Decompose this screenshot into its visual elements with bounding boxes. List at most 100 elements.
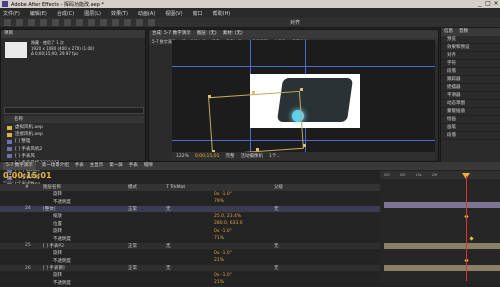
timeline-tab[interactable]: 手表 — [129, 162, 138, 170]
tab-info[interactable]: 信息 — [444, 28, 453, 36]
resolution-select[interactable]: 完整 — [225, 153, 234, 159]
layer-row[interactable]: 24 [整体] 正常无无 — [0, 205, 380, 214]
menu-view[interactable]: 视图(V) — [165, 10, 182, 17]
side-panel-item[interactable]: 画笔 — [441, 124, 500, 132]
property-value[interactable]: 21% — [214, 258, 274, 263]
rotate-tool-icon[interactable] — [40, 19, 47, 26]
transform-handle[interactable] — [303, 144, 306, 147]
property-row[interactable]: 旋转 0x -1.0° — [0, 228, 380, 236]
layer-mode[interactable]: 正常 — [128, 206, 166, 212]
property-row[interactable]: 不透明度 71% — [0, 235, 380, 243]
viewer-timecode[interactable]: 0;00;15;01 — [195, 154, 220, 159]
guide-line[interactable] — [172, 66, 435, 67]
minimize-button[interactable]: _ — [476, 0, 484, 8]
project-item[interactable]: [ ] 手表风机2 — [4, 146, 144, 153]
project-item[interactable]: 连接风机.aep — [4, 131, 144, 138]
layer-duration-bar[interactable] — [384, 202, 500, 208]
menu-animation[interactable]: 动画(A) — [138, 10, 155, 17]
timeline-tab[interactable]: 主显示 — [90, 162, 104, 170]
project-item[interactable]: [ ] 手表风 — [4, 153, 144, 160]
property-row[interactable]: 旋转 0x -1.0° — [0, 272, 380, 280]
maximize-button[interactable]: □ — [484, 0, 492, 8]
puppet-tool-icon[interactable] — [148, 19, 155, 26]
camera-tool-icon[interactable] — [52, 19, 59, 26]
camera-select[interactable]: 活动摄像机 — [240, 153, 263, 159]
tab-project[interactable]: 项目 — [4, 30, 13, 38]
side-panel-item[interactable]: 效果和预设 — [441, 44, 500, 52]
project-item[interactable]: 虚拟风机.aep — [4, 124, 144, 131]
clone-tool-icon[interactable] — [124, 19, 131, 26]
menu-help[interactable]: 帮助(H) — [213, 10, 231, 17]
layer-trkmat[interactable]: 无 — [166, 206, 214, 212]
property-value[interactable]: 0x -1.0° — [214, 192, 274, 197]
timeline-tab[interactable]: 手表 — [75, 162, 84, 170]
menu-composition[interactable]: 合成(C) — [57, 10, 74, 17]
brush-tool-icon[interactable] — [112, 19, 119, 26]
side-panel-item[interactable]: 绘画 — [441, 116, 500, 124]
timeline-tab[interactable]: 缝隙 — [144, 162, 153, 170]
mask-tool-icon[interactable] — [76, 19, 83, 26]
menu-edit[interactable]: 编辑(E) — [30, 10, 47, 17]
close-button[interactable]: × — [492, 0, 500, 8]
property-row[interactable]: 不透明度 79% — [0, 198, 380, 206]
layer-mode[interactable]: 正常 — [128, 243, 166, 249]
property-value[interactable]: 0x -1.0° — [214, 229, 274, 234]
side-panel-item[interactable]: 字符 — [441, 60, 500, 68]
timeline-track-area[interactable]: 00f 00f 15s 20f — [380, 171, 500, 281]
side-panel-item[interactable]: 段落 — [441, 132, 500, 140]
layer-row[interactable]: 25[ ] 手表P2 正常无无 — [0, 242, 380, 251]
layer-parent[interactable]: 无 — [274, 206, 324, 212]
side-panel-item[interactable]: 对齐 — [441, 52, 500, 60]
transform-handle[interactable] — [256, 148, 259, 151]
pen-tool-icon[interactable] — [88, 19, 95, 26]
layer-parent[interactable]: 无 — [274, 265, 324, 271]
property-row[interactable]: 缩放 25.0, 23.4% — [0, 213, 380, 221]
snap-label[interactable]: 对齐 — [290, 19, 300, 26]
layer-row[interactable]: 26[ ] 手表钢] 正常无无 — [0, 264, 380, 273]
property-value[interactable]: 0x -1.0° — [214, 273, 274, 278]
tab-composition[interactable]: 合成: 5-7 数字演示 — [152, 30, 191, 38]
playhead[interactable] — [466, 176, 467, 281]
time-ruler[interactable]: 00f 00f 15s 20f — [380, 171, 500, 179]
side-panel-item[interactable]: 平滑器 — [441, 92, 500, 100]
property-value[interactable]: 280.0, 633.0 — [214, 221, 274, 226]
current-time[interactable]: 0;00;15;01 — [3, 171, 52, 180]
property-value[interactable]: 79% — [214, 199, 274, 204]
menu-window[interactable]: 窗口 — [193, 10, 203, 17]
property-value[interactable]: 71% — [214, 236, 274, 241]
layer-trkmat[interactable]: 无 — [166, 265, 214, 271]
menu-file[interactable]: 文件(F) — [3, 10, 20, 17]
layer-trkmat[interactable]: 无 — [166, 243, 214, 249]
zoom-tool-icon[interactable] — [28, 19, 35, 26]
layer-bounding-box[interactable] — [208, 90, 304, 156]
project-item[interactable]: [ ] 整理 — [4, 138, 144, 145]
type-tool-icon[interactable] — [100, 19, 107, 26]
side-panel-item[interactable]: 蒙版插值 — [441, 108, 500, 116]
layer-duration-bar[interactable] — [384, 243, 500, 249]
col-layer-name[interactable]: 图层名称 — [43, 184, 128, 191]
tab-footage[interactable]: 素材: (无) — [223, 30, 243, 38]
transform-handle[interactable] — [300, 88, 303, 91]
property-value[interactable]: 25.0, 23.4% — [214, 214, 274, 219]
property-value[interactable]: 21% — [214, 280, 274, 285]
zoom-level[interactable]: 122% — [176, 154, 189, 159]
hand-tool-icon[interactable] — [16, 19, 23, 26]
timeline-tab[interactable]: 第一屏 — [109, 162, 123, 170]
timeline-tab[interactable]: 第一场景介绍 — [42, 162, 69, 170]
property-row[interactable]: 位置 280.0, 633.0 — [0, 221, 380, 228]
timeline-tab[interactable]: 5-7 数字演示 — [3, 162, 36, 170]
side-panel-item[interactable]: 预览 — [441, 36, 500, 44]
eraser-tool-icon[interactable] — [136, 19, 143, 26]
property-row[interactable]: 旋转 0x -1.0° — [0, 250, 380, 258]
project-column-header[interactable]: 名称 — [4, 116, 144, 123]
pan-behind-tool-icon[interactable] — [64, 19, 71, 26]
layer-duration-bar[interactable] — [384, 265, 500, 271]
layer-mode[interactable]: 正常 — [128, 265, 166, 271]
side-panel-item[interactable]: 跟踪器 — [441, 76, 500, 84]
side-panel-item[interactable]: 段落 — [441, 68, 500, 76]
property-row[interactable]: 不透明度 21% — [0, 258, 380, 265]
menu-layer[interactable]: 图层(L) — [84, 10, 101, 17]
transform-handle[interactable] — [252, 91, 255, 94]
selection-tool-icon[interactable] — [4, 19, 11, 26]
tab-layer[interactable]: 图层: (无) — [197, 30, 217, 38]
